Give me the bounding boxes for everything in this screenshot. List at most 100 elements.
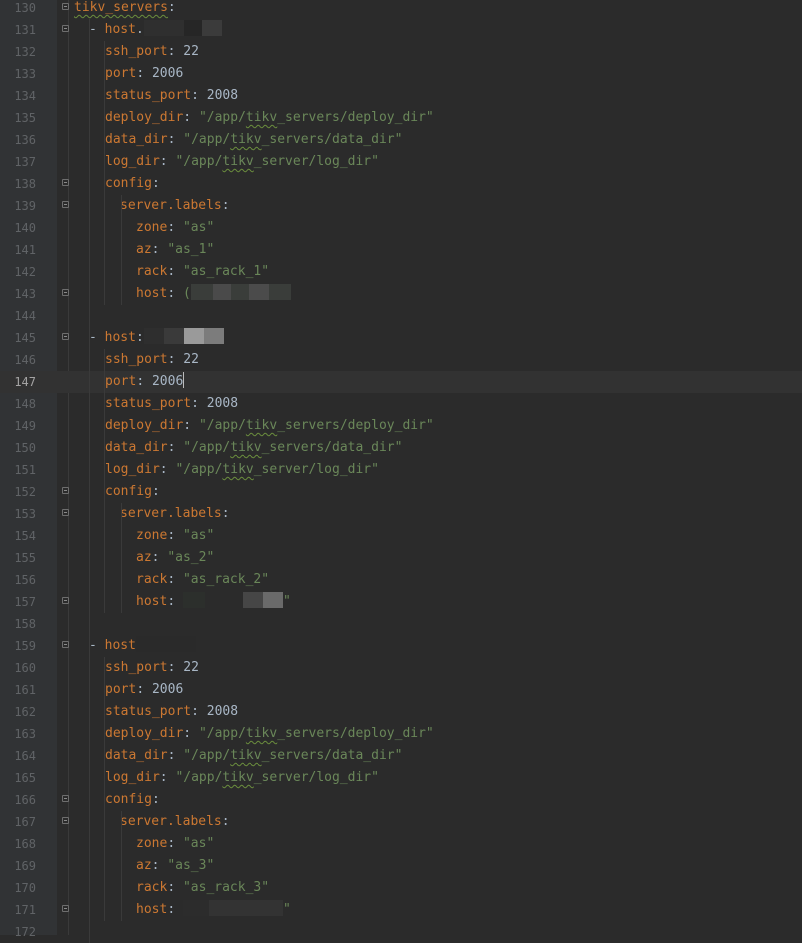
yaml-colon: : — [183, 110, 199, 125]
fold-toggle-icon[interactable] — [62, 509, 69, 516]
yaml-string: "/app/ — [198, 110, 246, 125]
code-line[interactable]: 158 — [0, 613, 802, 635]
fold-toggle-icon[interactable] — [62, 3, 69, 10]
code-line[interactable]: 146 ssh_port: 22 — [0, 349, 802, 371]
code-text: config: — [105, 173, 160, 195]
fold-toggle-icon[interactable] — [62, 641, 69, 648]
yaml-key: az — [136, 550, 152, 565]
redacted-value — [212, 284, 231, 300]
yaml-key: host — [136, 902, 168, 917]
yaml-number: 2006 — [151, 374, 184, 389]
line-number: 161 — [14, 683, 36, 697]
code-text: az: "as_3" — [136, 855, 214, 877]
yaml-key: config — [105, 176, 152, 191]
yaml-colon: : — [151, 550, 168, 565]
yaml-key: port — [105, 682, 137, 697]
yaml-string: _servers/deploy_dir" — [277, 110, 434, 125]
code-line[interactable]: 135 deploy_dir: "/app/tikv_servers/deploy… — [0, 107, 802, 129]
yaml-string: _servers/data_dir" — [261, 132, 403, 147]
code-text: config: — [105, 481, 160, 503]
code-line[interactable]: 160 ssh_port: 22 — [0, 657, 802, 679]
fold-toggle-icon[interactable] — [62, 817, 69, 824]
code-line[interactable]: 172 — [0, 921, 802, 943]
yaml-string: _server/log_dir" — [253, 770, 379, 785]
yaml-string-typo: tikv — [230, 748, 262, 763]
code-line[interactable]: 138 config: — [0, 173, 802, 195]
code-text: deploy_dir: "/app/tikv_servers/deploy_di… — [105, 107, 434, 129]
redacted-value — [143, 20, 184, 36]
yaml-colon: : — [159, 770, 176, 785]
code-text: rack: "as_rack_3" — [136, 877, 269, 899]
yaml-colon: : — [151, 176, 160, 191]
code-line[interactable]: 152 config: — [0, 481, 802, 503]
yaml-number: 2006 — [151, 66, 184, 81]
line-number: 141 — [14, 243, 36, 257]
code-line[interactable]: 147 port: 2006 — [0, 371, 802, 393]
yaml-string-typo: tikv — [230, 132, 262, 147]
line-number: 148 — [14, 397, 36, 411]
fold-toggle-icon[interactable] — [62, 201, 69, 208]
code-text: deploy_dir: "/app/tikv_servers/deploy_di… — [105, 723, 434, 745]
code-line[interactable]: 163 deploy_dir: "/app/tikv_servers/deploy… — [0, 723, 802, 745]
redacted-value — [262, 592, 283, 608]
code-line[interactable]: 137 log_dir: "/app/tikv_server/log_dir" — [0, 151, 802, 173]
code-line[interactable]: 165 log_dir: "/app/tikv_server/log_dir" — [0, 767, 802, 789]
code-text: host: " — [136, 591, 291, 613]
code-text: port: 2006 — [105, 63, 183, 85]
fold-toggle-icon[interactable] — [62, 487, 69, 494]
code-line[interactable]: 150 data_dir: "/app/tikv_servers/data_dir… — [0, 437, 802, 459]
line-number: 139 — [14, 199, 36, 213]
yaml-colon: : — [167, 528, 183, 543]
code-text: data_dir: "/app/tikv_servers/data_dir" — [105, 745, 402, 767]
code-line[interactable]: 144 — [0, 305, 802, 327]
code-line[interactable]: 161 port: 2006 — [0, 679, 802, 701]
yaml-colon: : — [167, 220, 183, 235]
yaml-colon: : — [167, 748, 184, 763]
fold-toggle-icon[interactable] — [62, 597, 69, 604]
fold-toggle-icon[interactable] — [62, 905, 69, 912]
redacted-value — [190, 284, 213, 300]
yaml-colon: : — [191, 396, 207, 411]
fold-toggle-icon[interactable] — [62, 795, 69, 802]
code-line[interactable]: 148 status_port: 2008 — [0, 393, 802, 415]
line-number: 170 — [14, 881, 36, 895]
fold-toggle-icon[interactable] — [62, 333, 69, 340]
code-line[interactable]: 162 status_port: 2008 — [0, 701, 802, 723]
code-text: - host. — [89, 19, 222, 41]
code-editor[interactable]: 130 tikv_servers: 131 - host. 132 ssh_port: 2… — [0, 0, 802, 943]
redacted-value — [242, 592, 263, 608]
code-line[interactable]: 151 log_dir: "/app/tikv_server/log_dir" — [0, 459, 802, 481]
line-number: 172 — [14, 925, 36, 939]
fold-toggle-icon[interactable] — [62, 25, 69, 32]
code-line[interactable]: 131 - host. — [0, 19, 802, 41]
line-number: 132 — [14, 45, 36, 59]
line-number: 138 — [14, 177, 36, 191]
yaml-string: "as" — [182, 528, 215, 543]
list-dash: - — [89, 330, 105, 345]
code-text: ssh_port: 22 — [105, 349, 199, 371]
line-number: 167 — [14, 815, 36, 829]
line-number: 133 — [14, 67, 36, 81]
code-line[interactable]: 166 config: — [0, 789, 802, 811]
yaml-colon: : — [221, 506, 230, 521]
code-line[interactable]: 136 data_dir: "/app/tikv_servers/data_dir… — [0, 129, 802, 151]
yaml-key: port — [105, 66, 137, 81]
code-line[interactable]: 164 data_dir: "/app/tikv_servers/data_dir… — [0, 745, 802, 767]
code-line[interactable]: 132 ssh_port: 22 — [0, 41, 802, 63]
code-line[interactable]: 149 deploy_dir: "/app/tikv_servers/deploy… — [0, 415, 802, 437]
code-line[interactable]: 145 - host: — [0, 327, 802, 349]
fold-toggle-icon[interactable] — [62, 179, 69, 186]
code-text: status_port: 2008 — [105, 701, 238, 723]
code-line[interactable]: 159 - host — [0, 635, 802, 657]
redacted-value — [203, 328, 224, 344]
yaml-colon: : — [191, 704, 207, 719]
code-text: server.labels: — [120, 503, 230, 525]
fold-toggle-icon[interactable] — [62, 289, 69, 296]
code-line[interactable]: 130 tikv_servers: — [0, 0, 802, 19]
yaml-number: 2008 — [206, 704, 239, 719]
code-text: log_dir: "/app/tikv_server/log_dir" — [105, 767, 379, 789]
yaml-string: "/app/ — [183, 440, 231, 455]
line-number: 165 — [14, 771, 36, 785]
code-line[interactable]: 133 port: 2006 — [0, 63, 802, 85]
code-line[interactable]: 134 status_port: 2008 — [0, 85, 802, 107]
